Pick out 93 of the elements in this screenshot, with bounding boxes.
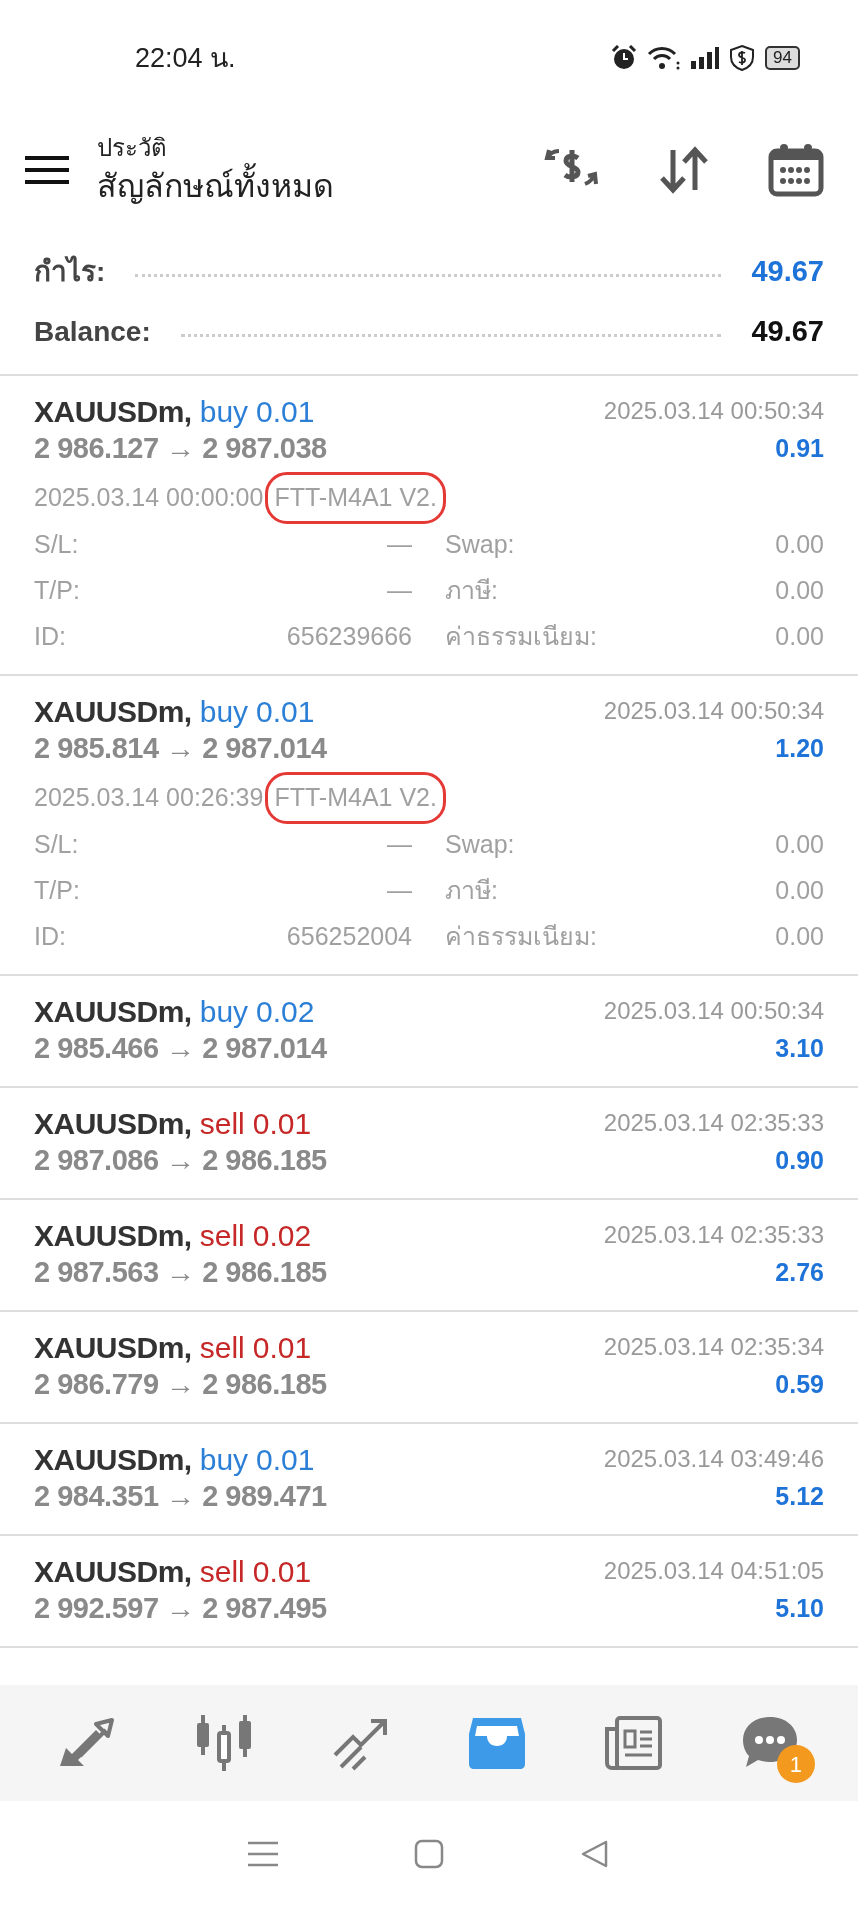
symbol-name: XAUUSDm,: [34, 1105, 192, 1142]
profit-value: 0.91: [775, 433, 824, 465]
order-volume: 0.01: [252, 1105, 312, 1142]
profit-value: 5.10: [775, 1593, 824, 1625]
header-title: สัญลักษณ์ทั้งหมด: [97, 164, 334, 208]
detail-value: 0.00: [775, 829, 824, 861]
detail-value: —: [387, 875, 412, 907]
symbol-name: XAUUSDm,: [34, 1217, 192, 1254]
detail-label: S/L:: [34, 829, 79, 861]
price-range: 2 985.814 → 2 987.014: [34, 731, 327, 767]
close-time: 2025.03.14 00:50:34: [603, 996, 824, 1026]
detail-label: ค่าธรรมเนียม:: [445, 621, 597, 653]
order-comment: FTT-M4A1 V2.: [265, 772, 446, 824]
close-time: 2025.03.14 02:35:34: [603, 1332, 824, 1362]
open-time: 2025.03.14 00:26:39: [34, 782, 264, 814]
price-range: 2 986.127 → 2 987.038: [34, 431, 327, 467]
detail-value: 656239666: [286, 621, 412, 653]
price-range: 2 985.466 → 2 987.014: [34, 1031, 327, 1067]
order-volume: 0.02: [252, 1217, 312, 1254]
detail-label: S/L:: [34, 529, 79, 561]
clock-time: 22:04 น.: [135, 41, 236, 75]
order-volume: 0.01: [256, 693, 315, 730]
trade-row[interactable]: XAUUSDm, sell 0.01 2025.03.14 02:35:34 2 986.779 → 2 986.185 0.59: [0, 1312, 858, 1424]
order-side: sell: [199, 1105, 245, 1142]
order-side: sell: [199, 1553, 245, 1590]
price-range: 2 986.779 → 2 986.185: [34, 1367, 327, 1403]
battery-indicator: 94: [765, 46, 800, 70]
price-range: 2 987.563 → 2 986.185: [34, 1255, 327, 1291]
profit-value: 0.90: [775, 1145, 824, 1177]
price-range: 2 992.597 → 2 987.495: [34, 1591, 327, 1627]
trade-row[interactable]: XAUUSDm, sell 0.01 2025.03.14 04:51:05 2 992.597 → 2 987.495 5.10: [0, 1536, 858, 1648]
detail-label: Swap:: [445, 829, 515, 861]
close-time: 2025.03.14 03:49:46: [603, 1444, 824, 1474]
symbol-name: XAUUSDm,: [34, 993, 192, 1030]
trade-row[interactable]: XAUUSDm, buy 0.01 2025.03.14 00:50:34 2 986.127 → 2 987.038 0.91 2025.03.14 00:00:00 FTT-M4A1 V2. S/L: — Swap: 0.00 T/P: — ภาษี: 0.00 ID: 656239666 ค่าธรรมเนียม: 0.00: [0, 376, 858, 676]
profit-value: 5.12: [775, 1481, 824, 1513]
open-time: 2025.03.14 00:00:00: [34, 482, 264, 514]
header-subtitle: ประวัติ: [97, 133, 168, 163]
detail-label: T/P:: [34, 575, 80, 607]
detail-value: 656252004: [286, 921, 412, 953]
close-time: 2025.03.14 02:35:33: [603, 1108, 824, 1138]
close-time: 2025.03.14 00:50:34: [603, 396, 824, 426]
order-comment: FTT-M4A1 V2.: [265, 472, 446, 524]
trade-row[interactable]: XAUUSDm, buy 0.01 2025.03.14 03:49:46 2 984.351 → 2 989.471 5.12: [0, 1424, 858, 1536]
order-volume: 0.01: [252, 1329, 312, 1366]
detail-label: ID:: [34, 921, 66, 953]
order-side: buy: [199, 693, 249, 730]
order-side: buy: [199, 1441, 249, 1478]
price-range: 2 987.086 → 2 986.185: [34, 1143, 327, 1179]
symbol-name: XAUUSDm,: [34, 1441, 192, 1478]
close-time: 2025.03.14 00:50:34: [603, 696, 824, 726]
detail-value: —: [387, 529, 412, 561]
order-volume: 0.01: [256, 1441, 315, 1478]
detail-value: 0.00: [775, 621, 824, 653]
close-time: 2025.03.14 04:51:05: [603, 1556, 824, 1586]
summary-label: กำไร:: [34, 254, 106, 289]
order-side: buy: [199, 993, 249, 1030]
summary-value: 49.67: [751, 254, 824, 290]
detail-label: ค่าธรรมเนียม:: [445, 921, 597, 953]
order-side: sell: [199, 1217, 245, 1254]
detail-label: ภาษี:: [445, 575, 498, 607]
summary-value: 49.67: [751, 314, 824, 350]
order-volume: 0.02: [256, 993, 315, 1030]
detail-label: T/P:: [34, 875, 80, 907]
profit-value: 1.20: [775, 733, 824, 765]
detail-value: 0.00: [775, 921, 824, 953]
profit-value: 2.76: [775, 1257, 824, 1289]
price-range: 2 984.351 → 2 989.471: [34, 1479, 327, 1515]
detail-value: 0.00: [775, 875, 824, 907]
order-volume: 0.01: [256, 393, 315, 430]
trade-row[interactable]: XAUUSDm, sell 0.01 2025.03.14 02:35:33 2 987.086 → 2 986.185 0.90: [0, 1088, 858, 1200]
detail-label: Swap:: [445, 529, 515, 561]
trade-row[interactable]: XAUUSDm, sell 0.02 2025.03.14 02:35:33 2 987.563 → 2 986.185 2.76: [0, 1200, 858, 1312]
detail-value: 0.00: [775, 529, 824, 561]
detail-label: ภาษี:: [445, 875, 498, 907]
order-volume: 0.01: [252, 1553, 312, 1590]
order-side: sell: [199, 1329, 245, 1366]
profit-value: 0.59: [775, 1369, 824, 1401]
symbol-name: XAUUSDm,: [34, 693, 192, 730]
detail-label: ID:: [34, 621, 66, 653]
symbol-name: XAUUSDm,: [34, 1329, 192, 1366]
trade-row[interactable]: XAUUSDm, buy 0.01 2025.03.14 00:50:34 2 985.814 → 2 987.014 1.20 2025.03.14 00:26:39 FTT-M4A1 V2. S/L: — Swap: 0.00 T/P: — ภาษี: 0.00 ID: 656252004 ค่าธรรมเนียม: 0.00: [0, 676, 858, 976]
symbol-name: XAUUSDm,: [34, 1553, 192, 1590]
order-side: buy: [199, 393, 249, 430]
trade-row[interactable]: XAUUSDm, buy 0.02 2025.03.14 00:50:34 2 985.466 → 2 987.014 3.10: [0, 976, 858, 1088]
notification-badge: 1: [776, 1745, 815, 1783]
detail-value: 0.00: [775, 575, 824, 607]
symbol-name: XAUUSDm,: [34, 393, 192, 430]
detail-value: —: [387, 575, 412, 607]
detail-value: —: [387, 829, 412, 861]
close-time: 2025.03.14 02:35:33: [603, 1220, 824, 1250]
summary-label: Balance:: [34, 315, 151, 349]
profit-value: 3.10: [775, 1033, 824, 1065]
